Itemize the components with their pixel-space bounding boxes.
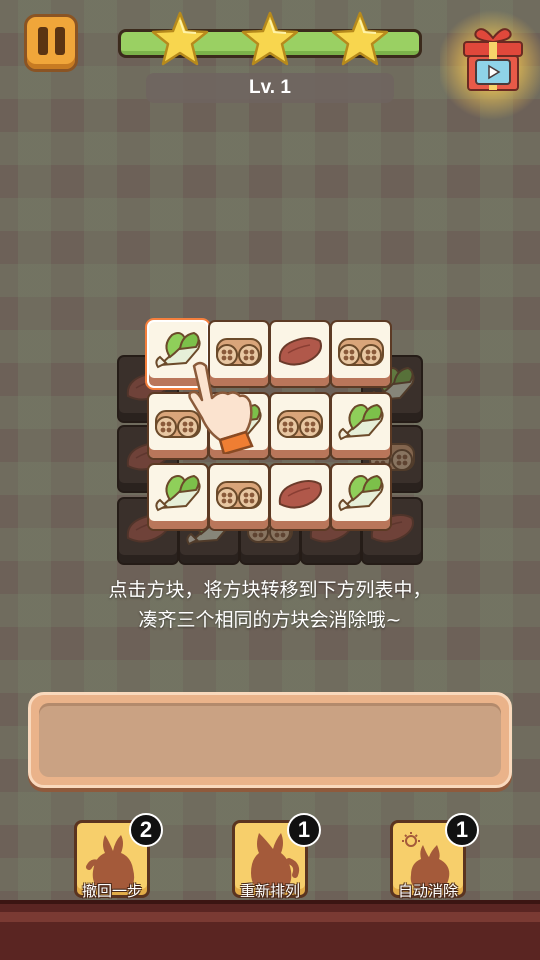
tile-bok-choy[interactable] — [147, 463, 209, 531]
sweet-potato-icon — [278, 480, 322, 509]
tile-slot-tray — [28, 692, 512, 788]
star-icon — [331, 11, 389, 66]
undo-button[interactable]: 撤回一步 2 — [74, 813, 163, 900]
lotus-root-icon — [338, 338, 384, 366]
tray-slots — [39, 703, 501, 777]
lotus-root-icon — [216, 481, 262, 509]
lotus-root-icon — [277, 410, 323, 438]
bok-choy-icon — [338, 404, 384, 440]
tutorial-hand-icon — [188, 361, 254, 454]
shuffle-label: 重新排列 — [239, 882, 300, 900]
tile-bok-choy[interactable] — [330, 463, 392, 531]
gift-video-icon[interactable] — [460, 24, 526, 96]
undo-label: 撤回一步 — [81, 882, 142, 900]
bottom-shelf — [0, 900, 540, 960]
pause-button[interactable] — [24, 14, 78, 72]
auto-clear-button[interactable]: 自动消除 1 — [390, 813, 479, 900]
tile-sweet-potato[interactable] — [269, 463, 331, 531]
tile-lotus-root[interactable] — [269, 392, 331, 460]
tile-bok-choy[interactable] — [330, 392, 392, 460]
undo-count-badge: 2 — [129, 813, 163, 847]
pause-icon — [37, 27, 48, 55]
sweet-potato-icon — [278, 337, 322, 366]
bottom-shelf-rail — [0, 912, 540, 922]
hint-line-2: 凑齐三个相同的方块会消除哦~ — [138, 609, 402, 631]
bok-choy-icon — [338, 475, 384, 511]
star-icon — [241, 11, 299, 66]
tile-sweet-potato[interactable] — [269, 320, 331, 388]
auto-clear-count-badge: 1 — [445, 813, 479, 847]
shuffle-button[interactable]: 重新排列 1 — [232, 813, 321, 900]
level-label: Lv. 1 — [146, 73, 394, 103]
bok-choy-icon — [155, 475, 201, 511]
tile-lotus-root[interactable] — [208, 463, 270, 531]
star-icon — [151, 11, 209, 66]
auto-clear-label: 自动消除 — [397, 882, 458, 900]
hint-line-1: 点击方块，将方块转移到下方列表中， — [108, 579, 432, 601]
tile-lotus-root[interactable] — [330, 320, 392, 388]
shuffle-count-badge: 1 — [287, 813, 321, 847]
